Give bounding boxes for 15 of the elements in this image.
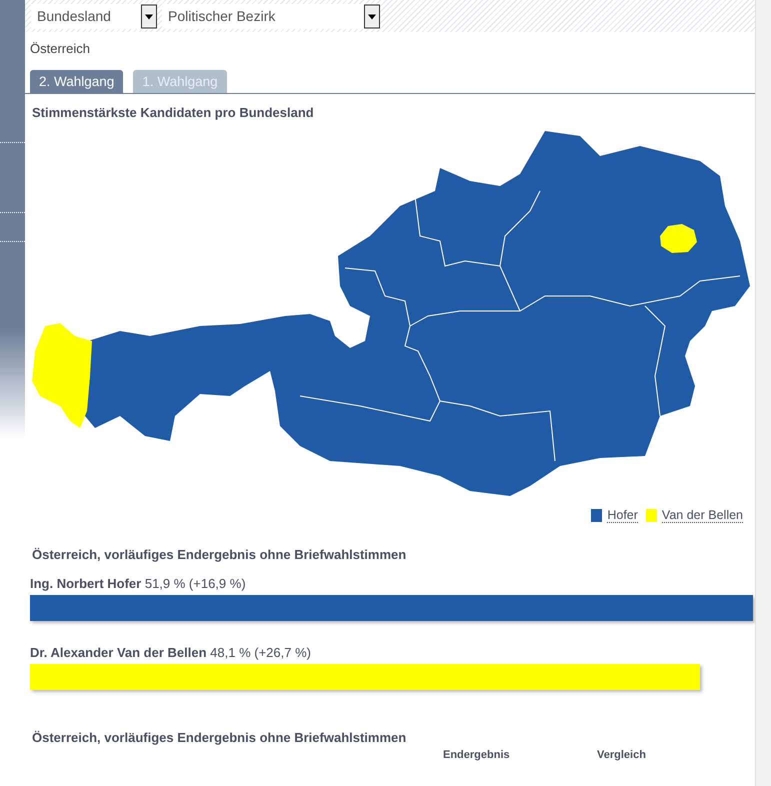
legend-label[interactable]: Van der Bellen <box>662 508 743 523</box>
legend-label[interactable]: Hofer <box>607 508 638 523</box>
caret-icon <box>364 4 380 28</box>
column-header: Vergleich <box>597 749 646 761</box>
section-heading: Österreich, vorläufiges Endergebnis ohne Briefwahlstimmen <box>31 546 408 562</box>
candidate-result: Dr. Alexander Van der Bellen 48,1 % (+26,7 %) <box>30 645 312 660</box>
dropdown[interactable]: Bundesland <box>31 4 157 28</box>
section-heading: Österreich, vorläufiges Endergebnis ohne Briefwahlstimmen <box>31 729 408 745</box>
dropdown[interactable]: Politischer Bezirk <box>162 4 380 28</box>
tab[interactable]: 2. Wahlgang <box>30 70 124 93</box>
caret-icon <box>141 4 157 28</box>
column-header: Endergebnis <box>443 749 510 761</box>
candidate-result: Ing. Norbert Hofer 51,9 % (+16,9 %) <box>30 576 247 591</box>
section-heading: Stimmenstärkste Kandidaten pro Bundesland <box>31 104 315 120</box>
breadcrumb: Österreich <box>29 40 91 58</box>
